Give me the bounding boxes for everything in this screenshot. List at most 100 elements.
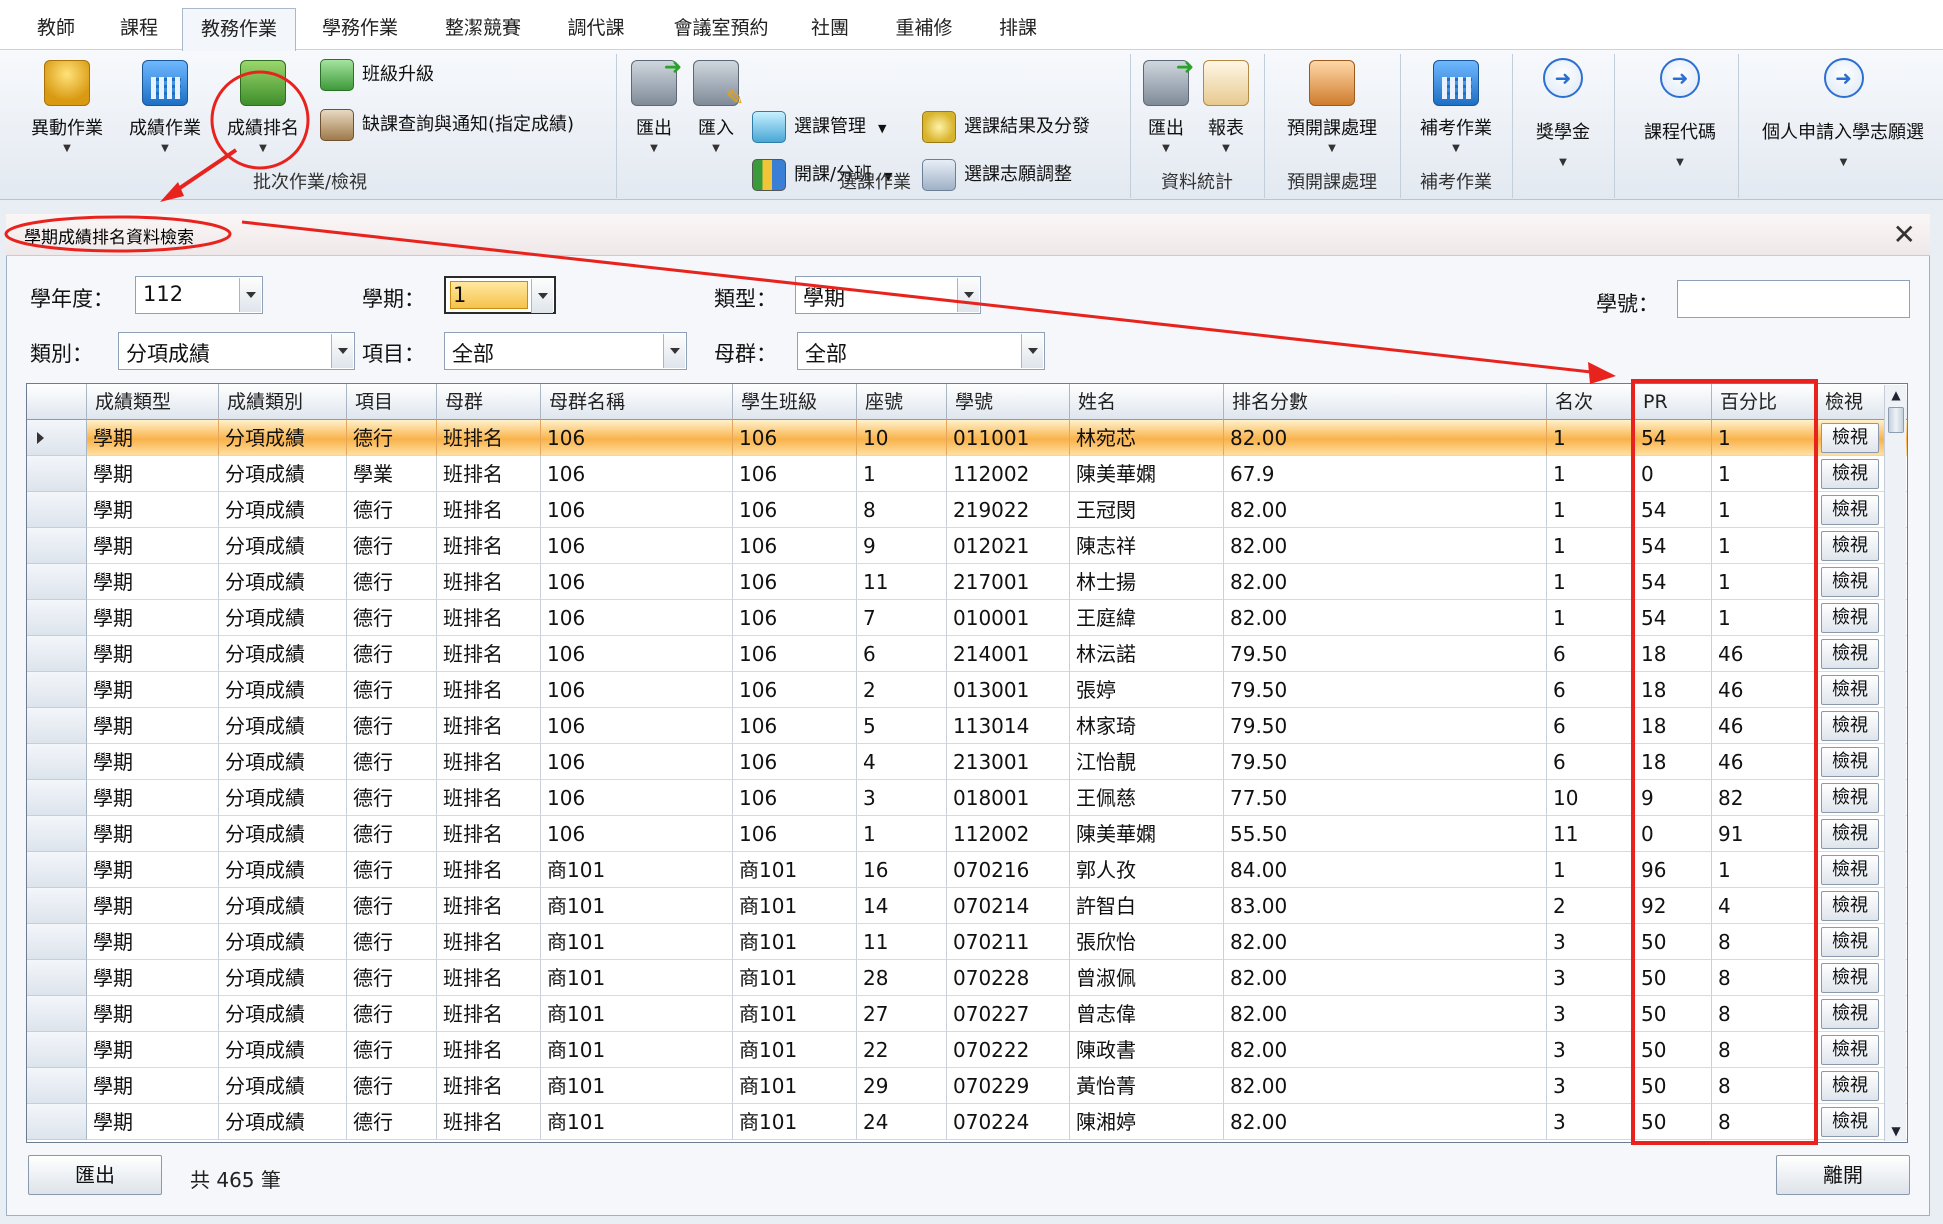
- column-header-percentile[interactable]: 百分比: [1712, 384, 1817, 420]
- row-selector[interactable]: [27, 1032, 87, 1068]
- vertical-scrollbar[interactable]: ▲ ▼: [1884, 385, 1906, 1141]
- makeup-exam-button[interactable]: 補考作業 ▼: [1406, 60, 1506, 154]
- view-button[interactable]: 檢視: [1821, 639, 1879, 669]
- course-manage-button[interactable]: 選課管理 ▼: [752, 108, 886, 146]
- row-selector[interactable]: [27, 600, 87, 636]
- row-selector[interactable]: [27, 636, 87, 672]
- row-selector[interactable]: [27, 564, 87, 600]
- absence-query-button[interactable]: 缺課查詢與通知(指定成績): [320, 108, 574, 142]
- view-button[interactable]: 檢視: [1821, 711, 1879, 741]
- view-button[interactable]: 檢視: [1821, 603, 1879, 633]
- chevron-down-icon[interactable]: [239, 278, 261, 312]
- row-selector[interactable]: [27, 1104, 87, 1140]
- view-button[interactable]: 檢視: [1821, 927, 1879, 957]
- class-promote-button[interactable]: 班級升級: [320, 58, 434, 92]
- view-button[interactable]: 檢視: [1821, 495, 1879, 525]
- row-selector[interactable]: [27, 528, 87, 564]
- change-operation-button[interactable]: 異動作業 ▼: [22, 60, 112, 154]
- column-header-pr[interactable]: PR: [1635, 384, 1712, 420]
- stats-export-button[interactable]: 匯出 ▼: [1136, 55, 1196, 154]
- column-header-student-no[interactable]: 學號: [947, 384, 1070, 420]
- scroll-down-icon[interactable]: ▼: [1885, 1121, 1907, 1141]
- view-button[interactable]: 檢視: [1821, 675, 1879, 705]
- view-button[interactable]: 檢視: [1821, 1107, 1879, 1137]
- year-select[interactable]: 112: [135, 276, 263, 314]
- column-header-rank-score[interactable]: 排名分數: [1224, 384, 1547, 420]
- view-button[interactable]: 檢視: [1821, 783, 1879, 813]
- pre-course-button[interactable]: 預開課處理 ▼: [1270, 60, 1394, 154]
- column-header-student-class[interactable]: 學生班級: [733, 384, 857, 420]
- tab-substitute[interactable]: 調代課: [556, 8, 636, 50]
- view-button[interactable]: 檢視: [1821, 891, 1879, 921]
- row-selector[interactable]: [27, 456, 87, 492]
- row-selector[interactable]: [27, 492, 87, 528]
- column-header-parent-group-name[interactable]: 母群名稱: [541, 384, 733, 420]
- row-selector[interactable]: [27, 996, 87, 1032]
- column-header-parent-group[interactable]: 母群: [437, 384, 541, 420]
- row-selector[interactable]: [27, 420, 87, 456]
- course-import-button[interactable]: 匯入 ▼: [686, 60, 746, 154]
- tab-teacher[interactable]: 教師: [20, 8, 92, 50]
- view-button[interactable]: 檢視: [1821, 819, 1879, 849]
- view-button[interactable]: 檢視: [1821, 747, 1879, 777]
- close-icon[interactable]: ✕: [1893, 218, 1916, 251]
- column-header-seat-no[interactable]: 座號: [857, 384, 947, 420]
- scholarship-button[interactable]: ➜ 獎學金 ▼: [1518, 58, 1608, 168]
- column-header-score-type[interactable]: 成績類型: [87, 384, 219, 420]
- export-button[interactable]: 匯出: [28, 1155, 162, 1195]
- view-button[interactable]: 檢視: [1821, 531, 1879, 561]
- scroll-up-icon[interactable]: ▲: [1885, 385, 1907, 405]
- tab-academic-affairs[interactable]: 教務作業: [182, 8, 296, 51]
- semester-select[interactable]: 1: [444, 276, 556, 314]
- report-button[interactable]: 報表 ▼: [1196, 60, 1256, 154]
- tab-retake[interactable]: 重補修: [882, 8, 966, 50]
- tab-course[interactable]: 課程: [104, 8, 174, 50]
- row-selector[interactable]: [27, 672, 87, 708]
- item-select[interactable]: 全部: [444, 332, 687, 370]
- course-code-button[interactable]: ➜ 課程代碼 ▼: [1620, 58, 1740, 168]
- chevron-down-icon[interactable]: [957, 278, 979, 312]
- row-selector[interactable]: [27, 1068, 87, 1104]
- view-button[interactable]: 檢視: [1821, 855, 1879, 885]
- view-button[interactable]: 檢視: [1821, 1035, 1879, 1065]
- view-button[interactable]: 檢視: [1821, 459, 1879, 489]
- chevron-down-icon[interactable]: [663, 334, 685, 368]
- category-select[interactable]: 分項成績: [118, 332, 355, 370]
- scroll-thumb[interactable]: [1888, 407, 1904, 433]
- view-button[interactable]: 檢視: [1821, 567, 1879, 597]
- parent-group-select[interactable]: 全部: [797, 332, 1045, 370]
- tab-scheduling[interactable]: 排課: [988, 8, 1048, 50]
- row-selector[interactable]: [27, 888, 87, 924]
- column-header-item[interactable]: 項目: [347, 384, 437, 420]
- row-selector[interactable]: [27, 816, 87, 852]
- column-header-rank[interactable]: 名次: [1547, 384, 1635, 420]
- view-button[interactable]: 檢視: [1821, 1071, 1879, 1101]
- course-export-button[interactable]: 匯出 ▼: [624, 55, 684, 154]
- column-header-student-name[interactable]: 姓名: [1070, 384, 1224, 420]
- view-button[interactable]: 檢視: [1821, 423, 1879, 453]
- student-no-input[interactable]: [1677, 280, 1910, 318]
- grade-ranking-button[interactable]: 成績排名 ▼: [218, 60, 308, 154]
- column-header-score-category[interactable]: 成績類別: [219, 384, 347, 420]
- grid-corner[interactable]: [27, 384, 87, 420]
- row-selector[interactable]: [27, 852, 87, 888]
- tab-meeting-room[interactable]: 會議室預約: [656, 8, 786, 50]
- row-selector[interactable]: [27, 744, 87, 780]
- view-button[interactable]: 檢視: [1821, 999, 1879, 1029]
- tab-cleanliness[interactable]: 整潔競賽: [428, 8, 538, 50]
- chevron-down-icon[interactable]: [531, 279, 553, 313]
- row-selector[interactable]: [27, 780, 87, 816]
- course-result-assign-button[interactable]: 選課結果及分發: [922, 108, 1090, 146]
- row-selector[interactable]: [27, 708, 87, 744]
- tab-student-affairs[interactable]: 學務作業: [308, 8, 412, 50]
- leave-button[interactable]: 離開: [1776, 1155, 1910, 1195]
- chevron-down-icon[interactable]: [331, 334, 353, 368]
- view-button[interactable]: 檢視: [1821, 963, 1879, 993]
- chevron-down-icon[interactable]: [1021, 334, 1043, 368]
- personal-apply-button[interactable]: ➜ 個人申請入學志願選 ▼: [1744, 58, 1943, 168]
- type-select[interactable]: 學期: [795, 276, 981, 314]
- row-selector[interactable]: [27, 960, 87, 996]
- grade-operation-button[interactable]: 成績作業 ▼: [120, 60, 210, 154]
- tab-club[interactable]: 社團: [800, 8, 860, 50]
- row-selector[interactable]: [27, 924, 87, 960]
